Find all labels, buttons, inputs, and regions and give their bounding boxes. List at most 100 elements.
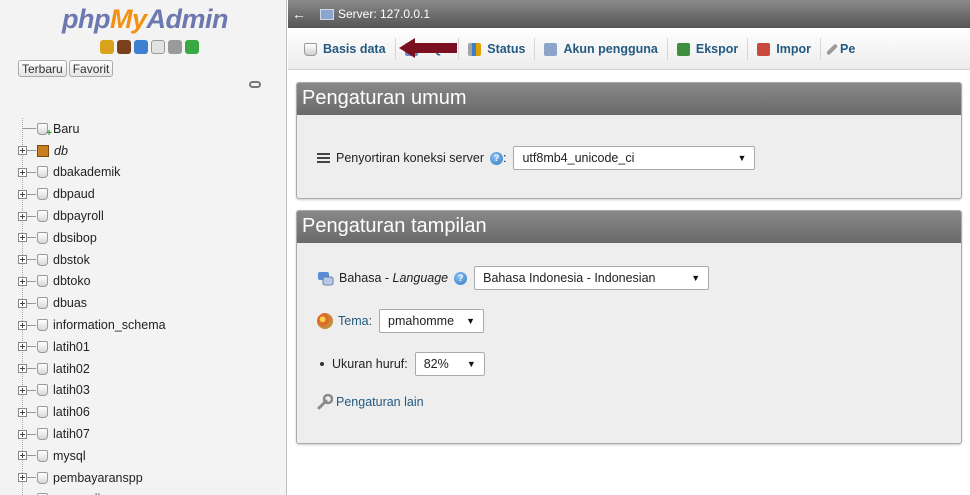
tree-item-latih07[interactable]: latih07 [18, 423, 286, 445]
font-size-select[interactable]: 82% ▼ [414, 352, 485, 376]
database-icon [37, 253, 48, 266]
breadcrumb-server[interactable]: Server: 127.0.0.1 [320, 7, 430, 21]
tree-item-dbpayroll[interactable]: dbpayroll [18, 205, 286, 227]
chevron-down-icon: ▼ [691, 273, 701, 283]
reload-icon[interactable] [185, 40, 199, 54]
database-icon [304, 42, 317, 56]
more-settings-row: Pengaturan lain [317, 394, 424, 410]
database-icon [37, 210, 48, 223]
annotation-arrow-icon [399, 38, 457, 58]
tab-impor[interactable]: Impor [748, 38, 822, 60]
tree-item-label: dbstok [53, 252, 90, 267]
theme-select[interactable]: pmahomme ▼ [379, 309, 485, 333]
database-icon [37, 406, 48, 419]
expand-icon[interactable] [18, 276, 27, 286]
list-icon [317, 153, 330, 163]
bullet-icon [320, 362, 324, 366]
expand-icon[interactable] [18, 167, 27, 177]
tree-item-dbuas[interactable]: dbuas [18, 292, 286, 314]
expand-icon[interactable] [18, 407, 27, 417]
quick-links [100, 40, 199, 54]
collation-label: Penyortiran koneksi server [336, 151, 484, 165]
expand-icon[interactable] [18, 189, 27, 199]
recent-tab[interactable]: Terbaru [18, 60, 67, 77]
tab-akun-pengguna[interactable]: Akun pengguna [535, 38, 668, 60]
chevron-down-icon: ▼ [466, 359, 476, 369]
collation-select[interactable]: utf8mb4_unicode_ci ▼ [513, 146, 756, 170]
tree-item-label: dbpaud [53, 187, 95, 202]
tree-item-db[interactable]: db [18, 140, 286, 162]
expand-icon[interactable] [18, 146, 27, 156]
theme-link[interactable]: Tema: [338, 314, 372, 328]
top-breadcrumb-bar: ← Server: 127.0.0.1 [288, 0, 970, 28]
expand-icon[interactable] [18, 320, 27, 330]
expand-icon[interactable] [18, 473, 27, 483]
expand-icon[interactable] [18, 385, 27, 395]
tree-item-label: latih02 [53, 361, 90, 376]
tab-ekspor[interactable]: Ekspor [668, 38, 749, 60]
tree-item-label: dbpayroll [53, 209, 104, 224]
expand-icon[interactable] [18, 298, 27, 308]
tree-item-latih01[interactable]: latih01 [18, 336, 286, 358]
users-icon [544, 42, 558, 56]
wrench-icon [317, 394, 333, 410]
theme-row: Tema: pmahomme ▼ [317, 309, 485, 333]
help-icon[interactable]: ? [489, 151, 503, 165]
server-icon [320, 8, 334, 20]
tree-item-dbsibop[interactable]: dbsibop [18, 227, 286, 249]
database-icon [37, 449, 48, 462]
home-icon[interactable] [100, 40, 114, 54]
expand-icon[interactable] [18, 233, 27, 243]
database-icon [37, 144, 49, 157]
tree-item-latih06[interactable]: latih06 [18, 401, 286, 423]
tree-item-new[interactable]: Baru [18, 118, 286, 140]
recent-favorite-tabs: Terbaru Favorit [18, 60, 114, 77]
language-select[interactable]: Bahasa Indonesia - Indonesian ▼ [474, 266, 710, 290]
tree-item-label: Baru [53, 121, 80, 136]
expand-icon[interactable] [18, 342, 27, 352]
tree-item-latih02[interactable]: latih02 [18, 358, 286, 380]
database-tree: Baru db dbakademik dbpaud dbpayroll dbsi… [18, 118, 286, 495]
expand-icon[interactable] [18, 255, 27, 265]
expand-icon[interactable] [18, 429, 27, 439]
database-icon [37, 166, 48, 179]
help-icon[interactable]: ? [454, 271, 468, 285]
tree-item-dbakademik[interactable]: dbakademik [18, 162, 286, 184]
tab-basis-data[interactable]: Basis data [288, 38, 396, 60]
tree-item-dbstok[interactable]: dbstok [18, 249, 286, 271]
import-icon [757, 42, 771, 56]
tree-item-penggajian[interactable]: penggajian [18, 489, 286, 495]
tab-pengaturan[interactable]: Pe [821, 38, 864, 60]
docs-icon[interactable] [151, 40, 165, 54]
chevron-down-icon: ▼ [737, 153, 747, 163]
tree-item-mysql[interactable]: mysql [18, 445, 286, 467]
tree-item-information-schema[interactable]: information_schema [18, 314, 286, 336]
tree-item-dbtoko[interactable]: dbtoko [18, 271, 286, 293]
tree-item-pembayaranspp[interactable]: pembayaranspp [18, 467, 286, 489]
tree-item-label: dbtoko [53, 274, 91, 289]
tab-status[interactable]: Status [459, 38, 536, 60]
database-icon [37, 231, 48, 244]
database-icon [37, 471, 48, 484]
database-icon [37, 362, 48, 375]
favorite-tab[interactable]: Favorit [68, 60, 114, 77]
general-settings-panel: Pengaturan umum Penyortiran koneksi serv… [296, 82, 962, 199]
tree-item-latih03[interactable]: latih03 [18, 380, 286, 402]
phpmyadmin-logo[interactable]: phpMyAdmin [62, 4, 228, 35]
settings-icon[interactable] [168, 40, 182, 54]
expand-icon[interactable] [18, 451, 27, 461]
tree-item-dbpaud[interactable]: dbpaud [18, 183, 286, 205]
help-icon[interactable] [134, 40, 148, 54]
wrench-icon [826, 42, 839, 56]
logout-icon[interactable] [117, 40, 131, 54]
collapse-navigation-button[interactable]: ← [290, 6, 308, 22]
link-with-main-panel-icon[interactable] [249, 81, 261, 88]
export-icon [676, 42, 690, 56]
database-icon [37, 340, 48, 353]
tree-item-label: dbsibop [53, 230, 97, 245]
panel-title: Pengaturan umum [297, 83, 961, 115]
expand-icon[interactable] [18, 211, 27, 221]
font-size-row: Ukuran huruf: 82% ▼ [317, 352, 485, 376]
expand-icon[interactable] [18, 364, 27, 374]
more-settings-link[interactable]: Pengaturan lain [336, 395, 424, 409]
